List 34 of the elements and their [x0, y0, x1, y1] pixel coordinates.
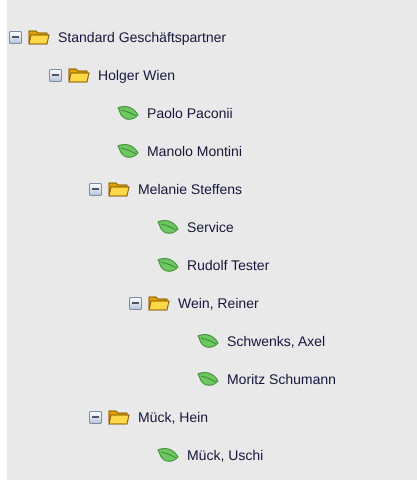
- minus-icon: [52, 74, 59, 76]
- collapse-toggle[interactable]: [89, 410, 102, 424]
- tree-item-label[interactable]: Rudolf Tester: [187, 254, 270, 276]
- tree-item-label[interactable]: Holger Wien: [98, 64, 176, 86]
- leaf-icon: [117, 143, 139, 159]
- leaf-icon: [117, 105, 139, 121]
- leaf-icon: [157, 219, 179, 235]
- tree-item-label[interactable]: Moritz Schumann: [227, 368, 336, 390]
- leaf-icon: [157, 257, 179, 273]
- tree-item-label[interactable]: Schwenks, Axel: [227, 330, 326, 352]
- minus-icon: [132, 302, 139, 304]
- minus-icon: [92, 416, 99, 418]
- collapse-toggle[interactable]: [9, 30, 22, 44]
- minus-icon: [12, 36, 19, 38]
- leaf-icon: [157, 447, 179, 463]
- leaf-icon: [197, 371, 219, 387]
- collapse-toggle[interactable]: [89, 182, 102, 196]
- tree-item-label[interactable]: Paolo Paconii: [147, 102, 233, 124]
- folder-icon: [68, 67, 90, 83]
- collapse-toggle[interactable]: [129, 296, 142, 310]
- folder-icon: [108, 181, 130, 197]
- leaf-icon: [197, 333, 219, 349]
- folder-icon: [148, 295, 170, 311]
- tree-item-label[interactable]: Melanie Steffens: [138, 178, 242, 200]
- tree-item-label[interactable]: Service: [187, 216, 234, 238]
- folder-icon: [108, 409, 130, 425]
- collapse-toggle[interactable]: [49, 68, 62, 82]
- tree-item-label[interactable]: Wein, Reiner: [178, 292, 259, 314]
- tree-item-label[interactable]: Manolo Montini: [147, 140, 242, 162]
- tree-item-label[interactable]: Mück, Hein: [138, 406, 208, 428]
- tree-item-label[interactable]: Standard Geschäftspartner: [58, 26, 226, 48]
- tree-item-label[interactable]: Mück, Uschi: [187, 444, 264, 466]
- folder-icon: [28, 29, 50, 45]
- minus-icon: [92, 188, 99, 190]
